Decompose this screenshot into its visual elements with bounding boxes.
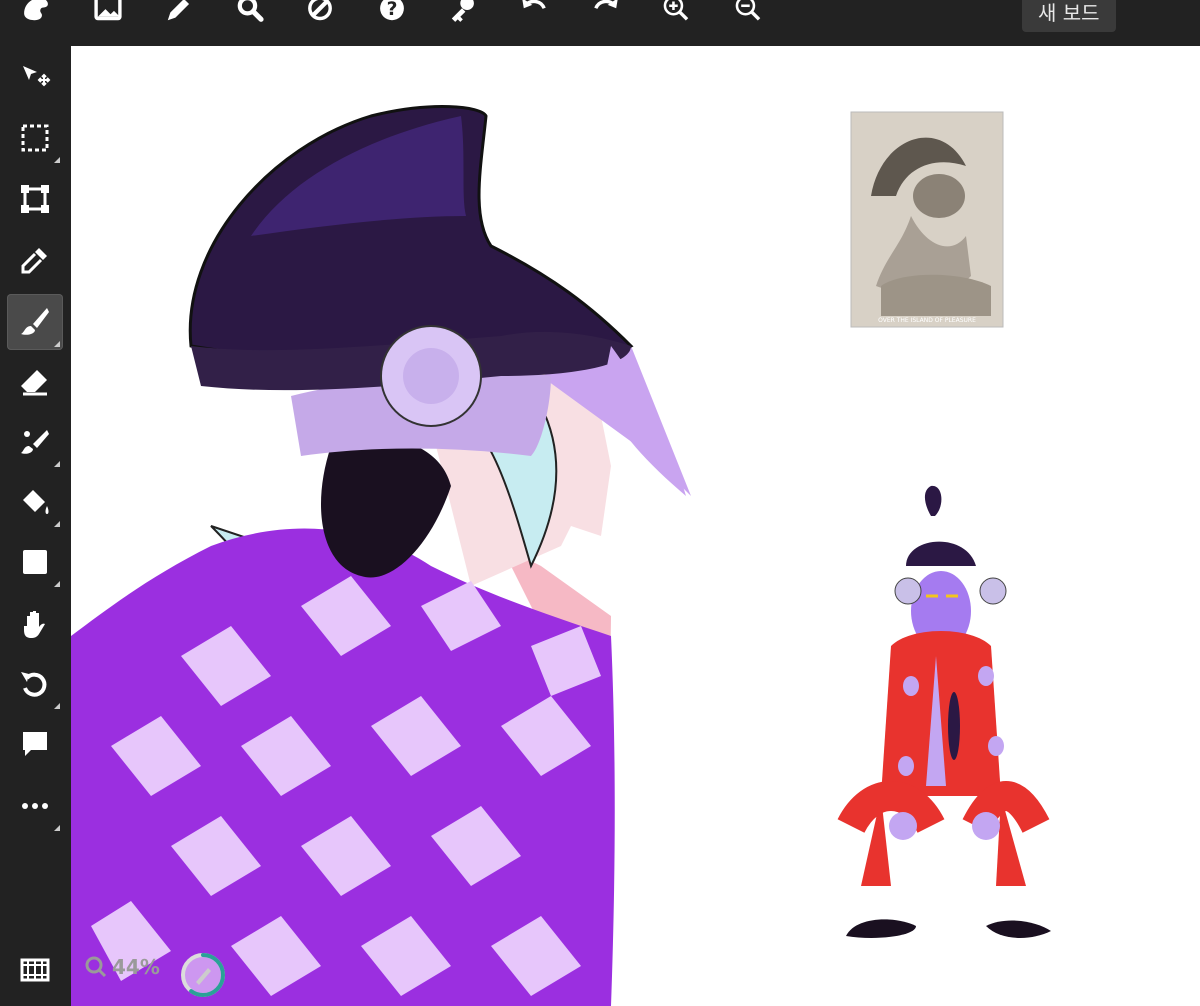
hand-tool[interactable] [7,596,63,652]
shape-tool[interactable] [7,534,63,590]
redo-icon[interactable] [586,0,626,30]
zoom-indicator[interactable]: 44% [84,955,160,979]
image-icon[interactable] [88,0,128,30]
drawing-canvas[interactable]: OVER THE ISLAND OF PLEASURE [71,46,1200,1006]
selection-icon [21,124,49,152]
search-icon [85,956,107,978]
reference-photo[interactable]: OVER THE ISLAND OF PLEASURE [850,111,1004,328]
tool-sidebar [0,46,70,1006]
top-toolbar: ? 새 보드 [0,0,1200,46]
smudge-tool[interactable] [7,414,63,470]
zoom-out-icon[interactable] [728,0,768,30]
hand-icon [24,611,45,638]
small-character-drawing [837,485,1051,938]
artwork: OVER THE ISLAND OF PLEASURE [71,105,1051,1006]
key-icon[interactable] [442,0,482,30]
new-board-button[interactable]: 새 보드 [1022,0,1116,32]
undo-icon[interactable] [514,0,554,30]
paint-bucket-icon [23,490,49,514]
film-strip-button[interactable] [7,942,63,998]
smudge-icon [21,430,49,454]
select-tool[interactable] [7,110,63,166]
app-logo-icon[interactable] [16,0,56,30]
pencil-icon[interactable] [158,0,198,30]
reference-photo-caption: OVER THE ISLAND OF PLEASURE [878,317,976,324]
progress-ring [181,953,225,997]
square-icon [23,550,47,574]
submenu-indicator [54,581,60,587]
film-strip-icon [20,958,50,982]
zoom-level: 44% [112,955,160,979]
more-icon [22,803,48,809]
brush-tool[interactable] [7,294,63,350]
submenu-indicator [54,157,60,163]
move-icon [23,66,51,87]
rotate-tool[interactable] [7,656,63,712]
comment-tool[interactable] [7,716,63,772]
main-character-drawing [71,105,691,1006]
submenu-indicator [54,461,60,467]
submenu-indicator [54,341,60,347]
eyedropper-icon [21,248,47,274]
transform-tool[interactable] [7,171,63,227]
rotate-icon [21,672,47,697]
eyedropper-tool[interactable] [7,232,63,288]
eraser-tool[interactable] [7,354,63,410]
eraser-icon[interactable] [300,0,340,30]
svg-text:?: ? [387,0,398,20]
zoom-in-icon[interactable] [656,0,696,30]
submenu-indicator [54,825,60,831]
eraser-icon [21,370,47,396]
more-tool[interactable] [7,778,63,834]
help-icon[interactable]: ? [372,0,412,30]
move-tool[interactable] [7,50,63,106]
search-icon[interactable] [230,0,270,30]
submenu-indicator [54,703,60,709]
fill-tool[interactable] [7,474,63,530]
transform-icon [21,185,49,213]
comment-icon [23,732,47,756]
submenu-indicator [54,521,60,527]
brush-icon [21,308,49,335]
